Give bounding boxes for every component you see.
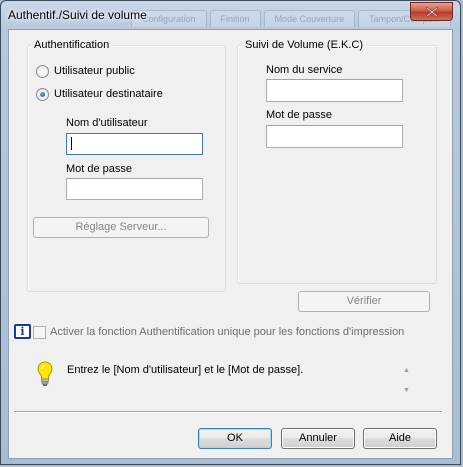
service-name-input[interactable] (266, 79, 403, 102)
lightbulb-icon (37, 361, 53, 386)
username-input[interactable] (66, 133, 203, 155)
message-text: Entrez le [Nom d'utilisateur] et le [Mot… (67, 364, 304, 376)
recipient-user-label[interactable]: Utilisateur destinataire (54, 88, 163, 101)
background-tabs: Configuration Finition Mode Couverture Tamp… (131, 10, 454, 28)
service-name-label: Nom du service (266, 64, 343, 76)
username-label: Nom d'utilisateur (66, 117, 148, 129)
password-input[interactable] (66, 178, 203, 200)
help-button[interactable]: Aide (363, 428, 437, 449)
password-label: Mot de passe (66, 163, 133, 175)
volume-tracking-group-label: Suivi de Volume (E.K.C) (242, 39, 366, 52)
ok-button[interactable]: OK (198, 428, 272, 449)
close-button[interactable] (410, 2, 453, 21)
public-user-radio[interactable] (36, 65, 49, 78)
sso-checkbox-label[interactable]: Activer la fonction Authentification uni… (50, 326, 404, 339)
title-bar[interactable]: Configuration Finition Mode Couverture Tamp… (1, 1, 462, 29)
authentication-group-label: Authentification (31, 39, 113, 52)
volume-password-input[interactable] (266, 125, 403, 148)
dialog-client-area: Authentification Utilisateur public Util… (8, 29, 453, 459)
scroll-down-arrow[interactable]: ▼ (403, 387, 410, 395)
recipient-user-radio[interactable] (36, 88, 49, 101)
verify-button[interactable]: Vérifier (298, 291, 430, 312)
server-settings-button[interactable]: Réglage Serveur... (33, 217, 209, 238)
info-icon[interactable]: i (14, 324, 31, 339)
text-caret (71, 137, 72, 150)
volume-password-label: Mot de passe (266, 109, 333, 121)
cancel-button[interactable]: Annuler (281, 428, 355, 449)
dialog-window: Configuration Finition Mode Couverture Tamp… (0, 0, 461, 465)
window-title: Authentif./Suivi de volume (8, 8, 147, 22)
close-icon (426, 7, 438, 17)
public-user-label[interactable]: Utilisateur public (54, 65, 135, 78)
ghost-tab: Mode Couverture (263, 10, 356, 27)
sso-checkbox[interactable] (33, 326, 46, 339)
footer-separator (14, 411, 442, 413)
message-area: Entrez le [Nom d'utilisateur] et le [Mot… (27, 352, 417, 400)
ghost-tab: Finition (209, 10, 261, 27)
scroll-up-arrow[interactable]: ▲ (403, 367, 410, 375)
